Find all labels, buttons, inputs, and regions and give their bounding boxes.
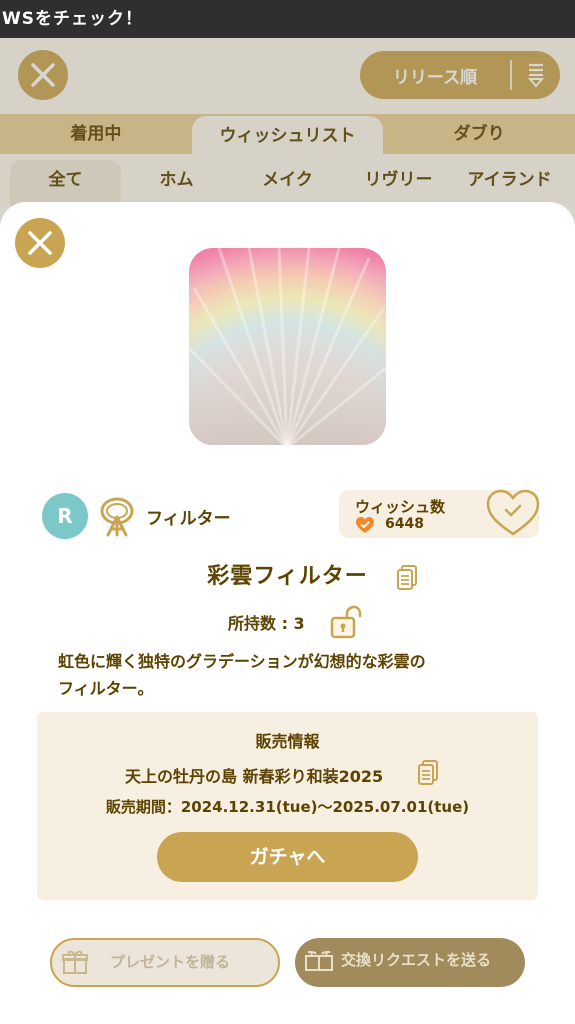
item-description: 虹色に輝く独特のグラデーションが幻想的な彩雲の フィルター。: [58, 648, 518, 702]
item-name: 彩雲フィルター: [207, 564, 368, 589]
wish-heart-button[interactable]: [485, 488, 541, 538]
status-bar: WSをチェック！: [0, 0, 575, 38]
sales-period: 販売期間：2024.12.31(tue)〜2025.07.01(tue): [105, 798, 470, 816]
trade-icon: [305, 951, 333, 971]
close-icon: [28, 231, 52, 255]
copy-icon[interactable]: [396, 565, 418, 591]
item-name-row: 彩雲フィルター: [0, 558, 575, 590]
sales-event-name: 天上の牡丹の島 新春彩り和装2025: [125, 767, 384, 786]
send-present-button[interactable]: プレゼントを贈る: [50, 938, 280, 987]
copy-icon[interactable]: [417, 760, 439, 786]
owned-count: 所持数 : 3: [228, 614, 305, 633]
go-to-gacha-button[interactable]: ガチャへ: [157, 832, 418, 882]
item-detail-modal: R フィルター ウィッシュ数 6448 彩雲フィルター 所持数 : 3 虹色に輝…: [0, 202, 575, 1024]
send-present-label: プレゼントを贈る: [110, 953, 231, 971]
item-meta-row: R フィルター ウィッシュ数 6448: [42, 488, 542, 542]
description-line-1: 虹色に輝く独特のグラデーションが幻想的な彩雲の: [58, 652, 426, 671]
send-trade-request-button[interactable]: 交換リクエストを送る: [295, 938, 525, 987]
filter-type-icon: [100, 497, 134, 537]
wish-count-value: 6448: [385, 516, 424, 532]
description-line-2: フィルター。: [58, 679, 154, 698]
gift-icon: [62, 950, 88, 974]
item-type-label: フィルター: [146, 509, 231, 529]
item-image: [189, 248, 386, 445]
sales-info-title: 販売情報: [255, 732, 320, 751]
unlock-icon[interactable]: [330, 605, 362, 639]
sales-info-panel: 販売情報 天上の牡丹の島 新春彩り和装2025 販売期間：2024.12.31(…: [37, 712, 538, 900]
status-bar-text: WSをチェック！: [2, 9, 143, 29]
modal-close-button[interactable]: [15, 218, 65, 268]
rarity-badge: R: [42, 493, 88, 539]
wish-count-title: ウィッシュ数: [355, 498, 446, 516]
heart-icon: [356, 517, 374, 533]
send-trade-request-label: 交換リクエストを送る: [341, 951, 492, 969]
